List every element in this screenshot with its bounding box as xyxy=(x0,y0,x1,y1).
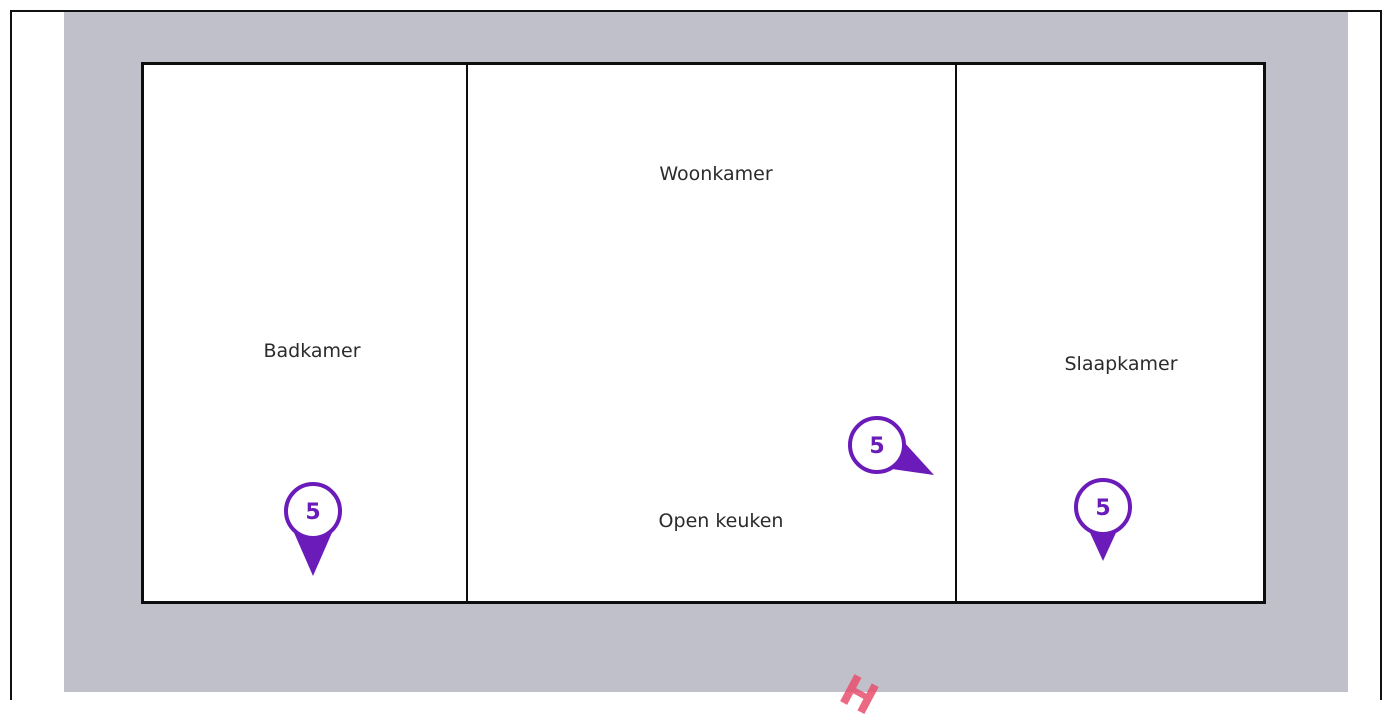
marker-slaapkamer[interactable]: 5 xyxy=(1074,478,1132,561)
marker-badkamer[interactable]: 5 xyxy=(284,482,342,576)
marker-number: 5 xyxy=(869,434,884,459)
marker-number: 5 xyxy=(305,500,320,525)
markers-layer: 5 5 5 xyxy=(284,416,1132,576)
marker-open-keuken[interactable]: 5 xyxy=(848,416,934,475)
marker-number: 5 xyxy=(1095,496,1110,521)
